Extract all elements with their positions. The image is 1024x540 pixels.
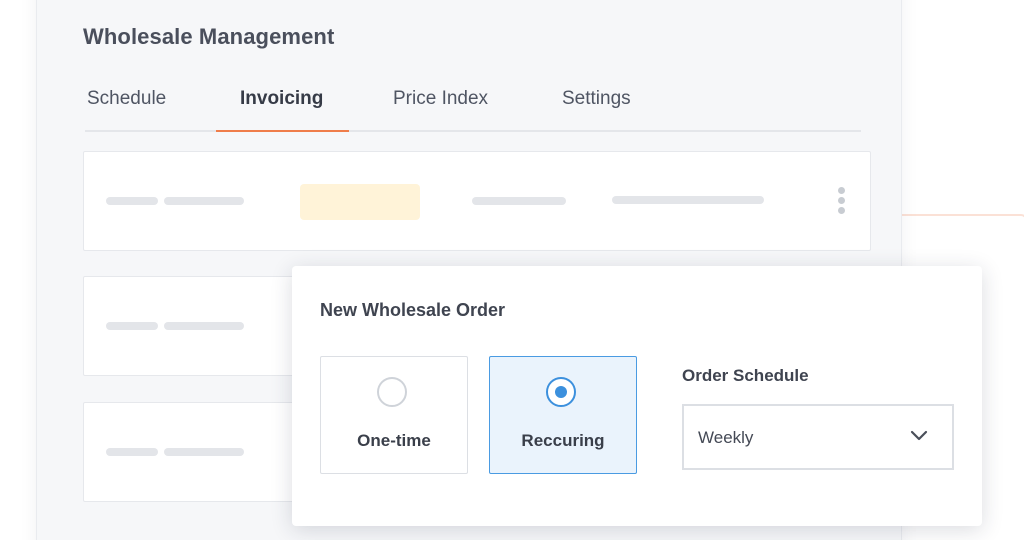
page-title: Wholesale Management: [83, 24, 335, 49]
placeholder-bar: [106, 197, 158, 205]
order-schedule-label: Order Schedule: [682, 366, 809, 385]
chevron-down-icon: [910, 430, 928, 441]
tab-bar: Schedule Invoicing Price Index Settings: [85, 70, 861, 132]
radio-dot: [555, 386, 567, 398]
active-tab-indicator: [216, 130, 349, 132]
placeholder-bar: [612, 196, 764, 204]
placeholder-bar: [164, 197, 244, 205]
placeholder-bar: [164, 448, 244, 456]
tab-settings[interactable]: Settings: [562, 88, 631, 110]
list-item[interactable]: [83, 151, 871, 251]
placeholder-bar: [472, 197, 566, 205]
placeholder-bar: [164, 322, 244, 330]
tab-schedule[interactable]: Schedule: [87, 88, 166, 110]
radio-unselected-icon[interactable]: [377, 377, 407, 407]
tab-price-index[interactable]: Price Index: [393, 88, 488, 110]
placeholder-bar: [106, 448, 158, 456]
status-badge-placeholder: [300, 184, 420, 220]
kebab-menu-icon[interactable]: [838, 187, 846, 217]
new-wholesale-order-dialog: New Wholesale Order One-time Reccuring O…: [292, 266, 982, 526]
option-label: Reccuring: [521, 431, 605, 450]
stage: Wholesale Management Schedule Invoicing …: [0, 0, 1024, 540]
order-schedule-select[interactable]: Weekly: [682, 404, 954, 470]
radio-selected-icon[interactable]: [546, 377, 576, 407]
option-label: One-time: [357, 431, 431, 450]
placeholder-bar: [106, 322, 158, 330]
dialog-title: New Wholesale Order: [320, 300, 506, 320]
recurring-option[interactable]: Reccuring: [489, 356, 637, 474]
one-time-option[interactable]: One-time: [320, 356, 468, 474]
tab-invoicing[interactable]: Invoicing: [240, 88, 323, 110]
select-value: Weekly: [698, 428, 754, 447]
